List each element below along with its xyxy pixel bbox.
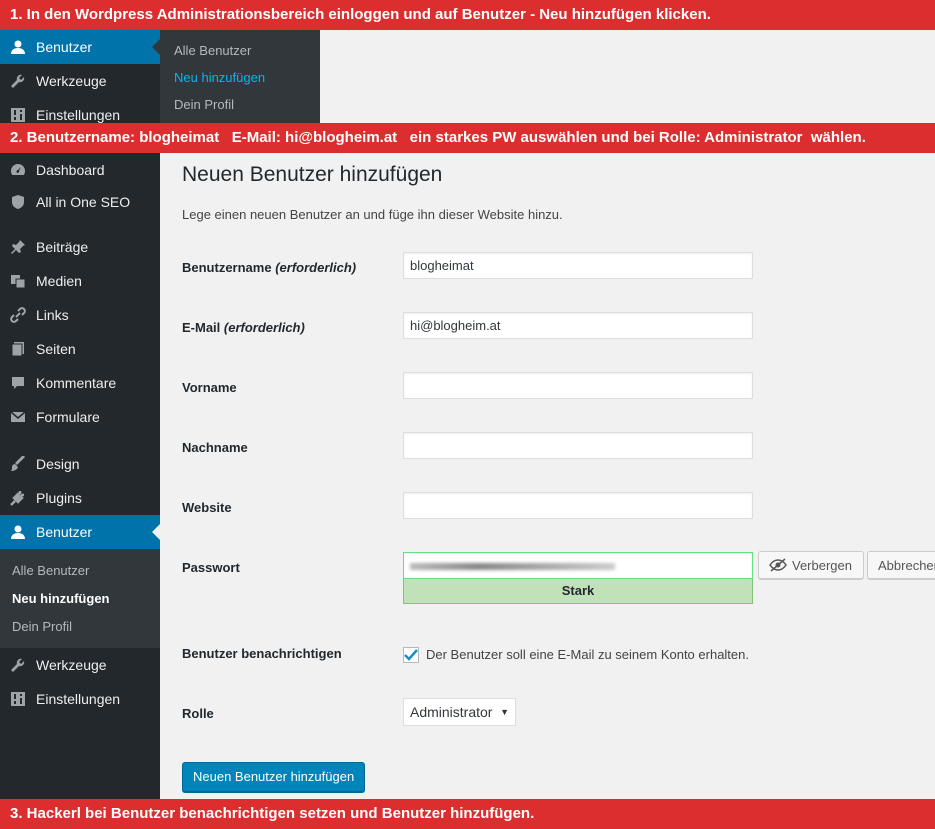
user-icon: [0, 39, 36, 55]
sidebar-label: Benutzer: [36, 524, 93, 540]
wrench-icon: [0, 657, 36, 673]
sidebar-item-plugins[interactable]: Plugins: [0, 481, 160, 515]
checkmark-icon: [404, 649, 418, 661]
lastname-input[interactable]: [403, 432, 753, 459]
sidebar-item-dashboard[interactable]: Dashboard: [0, 153, 160, 187]
submenu-alle-benutzer[interactable]: Alle Benutzer: [12, 563, 89, 578]
dashboard-icon: [0, 162, 36, 178]
sidebar-item-medien[interactable]: Medien: [0, 264, 160, 298]
website-label: Website: [182, 500, 232, 515]
step-2-banner: 2. Benutzername: blogheimat E-Mail: hi@b…: [0, 123, 935, 153]
top-menu-item-benutzer[interactable]: Benutzer: [0, 30, 160, 64]
top-submenu: Alle Benutzer Neu hinzufügen Dein Profil: [160, 30, 320, 123]
notify-checkbox[interactable]: [403, 647, 419, 663]
top-submenu-dein-profil[interactable]: Dein Profil: [174, 97, 234, 112]
sidebar-item-kommentare[interactable]: Kommentare: [0, 366, 160, 400]
settings-icon: [0, 691, 36, 707]
submenu-neu-hinzufuegen[interactable]: Neu hinzufügen: [12, 591, 110, 606]
admin-sidebar: Dashboard All in One SEO Beiträge Medien…: [0, 153, 160, 799]
lastname-label: Nachname: [182, 440, 248, 455]
sidebar-label: Dashboard: [36, 162, 105, 178]
sidebar-item-benutzer[interactable]: Benutzer: [0, 515, 160, 549]
sidebar-item-beitraege[interactable]: Beiträge: [0, 230, 160, 264]
sidebar-item-formulare[interactable]: Formulare: [0, 400, 160, 434]
settings-icon: [0, 107, 36, 123]
add-user-button[interactable]: Neuen Benutzer hinzufügen: [182, 762, 366, 792]
username-label: Benutzername (erforderlich): [182, 260, 357, 275]
media-icon: [0, 273, 36, 289]
top-menu-item-werkzeuge[interactable]: Werkzeuge: [0, 64, 160, 98]
step-3-banner: 3. Hackerl bei Benutzer benachrichtigen …: [0, 799, 935, 829]
wrench-icon: [0, 73, 36, 89]
eye-slash-icon: [769, 558, 787, 572]
password-strength-indicator: Stark: [403, 579, 753, 604]
sidebar-label: Einstellungen: [36, 691, 121, 707]
main-content: Neuen Benutzer hinzufügen Lege einen neu…: [160, 153, 935, 799]
brush-icon: [0, 456, 36, 472]
notify-label: Benutzer benachrichtigen: [182, 646, 342, 661]
firstname-input[interactable]: [403, 372, 753, 399]
hide-password-button[interactable]: Verbergen: [758, 551, 864, 579]
sidebar-label: All in One SEO: [36, 194, 131, 210]
top-admin-menu: Benutzer Werkzeuge Einstellungen: [0, 30, 160, 123]
sidebar-item-seiten[interactable]: Seiten: [0, 332, 160, 366]
firstname-label: Vorname: [182, 380, 237, 395]
mail-icon: [0, 410, 36, 424]
top-content-area: [320, 30, 935, 123]
sidebar-label: Seiten: [36, 341, 76, 357]
sidebar-label: Design: [36, 456, 80, 472]
sidebar-item-werkzeuge[interactable]: Werkzeuge: [0, 648, 160, 682]
page-description: Lege einen neuen Benutzer an und füge ih…: [182, 207, 563, 222]
email-label: E-Mail (erforderlich): [182, 320, 305, 335]
top-menu-label: Benutzer: [36, 39, 93, 55]
password-blurred-value: [410, 563, 615, 570]
notify-checkbox-text[interactable]: Der Benutzer soll eine E-Mail zu seinem …: [426, 647, 749, 662]
sidebar-label: Plugins: [36, 490, 82, 506]
submenu-dein-profil[interactable]: Dein Profil: [12, 619, 72, 634]
shield-icon: [0, 194, 36, 210]
password-label: Passwort: [182, 560, 240, 575]
top-submenu-alle-benutzer[interactable]: Alle Benutzer: [174, 43, 251, 58]
sidebar-item-seo[interactable]: All in One SEO: [0, 185, 160, 219]
top-menu-label: Werkzeuge: [36, 73, 107, 89]
hide-password-label: Verbergen: [792, 557, 852, 573]
sidebar-label: Kommentare: [36, 375, 117, 391]
top-menu-label: Einstellungen: [36, 107, 121, 123]
sidebar-label: Medien: [36, 273, 82, 289]
page: 1. In den Wordpress Administrationsberei…: [0, 0, 935, 829]
pin-icon: [0, 239, 36, 255]
comment-icon: [0, 375, 36, 391]
dropdown-arrow-icon: ▼: [500, 707, 509, 717]
link-icon: [0, 307, 36, 323]
password-input[interactable]: [403, 552, 753, 579]
role-selected-value: Administrator: [410, 704, 493, 720]
pages-icon: [0, 341, 36, 357]
role-select[interactable]: Administrator ▼: [403, 698, 516, 726]
sidebar-label: Beiträge: [36, 239, 89, 255]
email-input[interactable]: hi@blogheim.at: [403, 312, 753, 339]
sidebar-label: Links: [36, 307, 69, 323]
website-input[interactable]: [403, 492, 753, 519]
sidebar-item-design[interactable]: Design: [0, 447, 160, 481]
cancel-password-button[interactable]: Abbrechen: [867, 551, 935, 579]
sidebar-item-einstellungen[interactable]: Einstellungen: [0, 682, 160, 716]
plugin-icon: [0, 490, 36, 506]
username-input[interactable]: blogheimat: [403, 252, 753, 279]
top-submenu-neu-hinzufuegen[interactable]: Neu hinzufügen: [174, 70, 265, 85]
step-1-banner: 1. In den Wordpress Administrationsberei…: [0, 0, 935, 30]
sidebar-label: Formulare: [36, 409, 100, 425]
role-label: Rolle: [182, 706, 214, 721]
sidebar-item-links[interactable]: Links: [0, 298, 160, 332]
cancel-password-label: Abbrechen: [878, 557, 935, 573]
user-icon: [0, 524, 36, 540]
page-title: Neuen Benutzer hinzufügen: [182, 163, 443, 186]
sidebar-submenu: Alle Benutzer Neu hinzufügen Dein Profil: [0, 549, 160, 648]
sidebar-label: Werkzeuge: [36, 657, 107, 673]
